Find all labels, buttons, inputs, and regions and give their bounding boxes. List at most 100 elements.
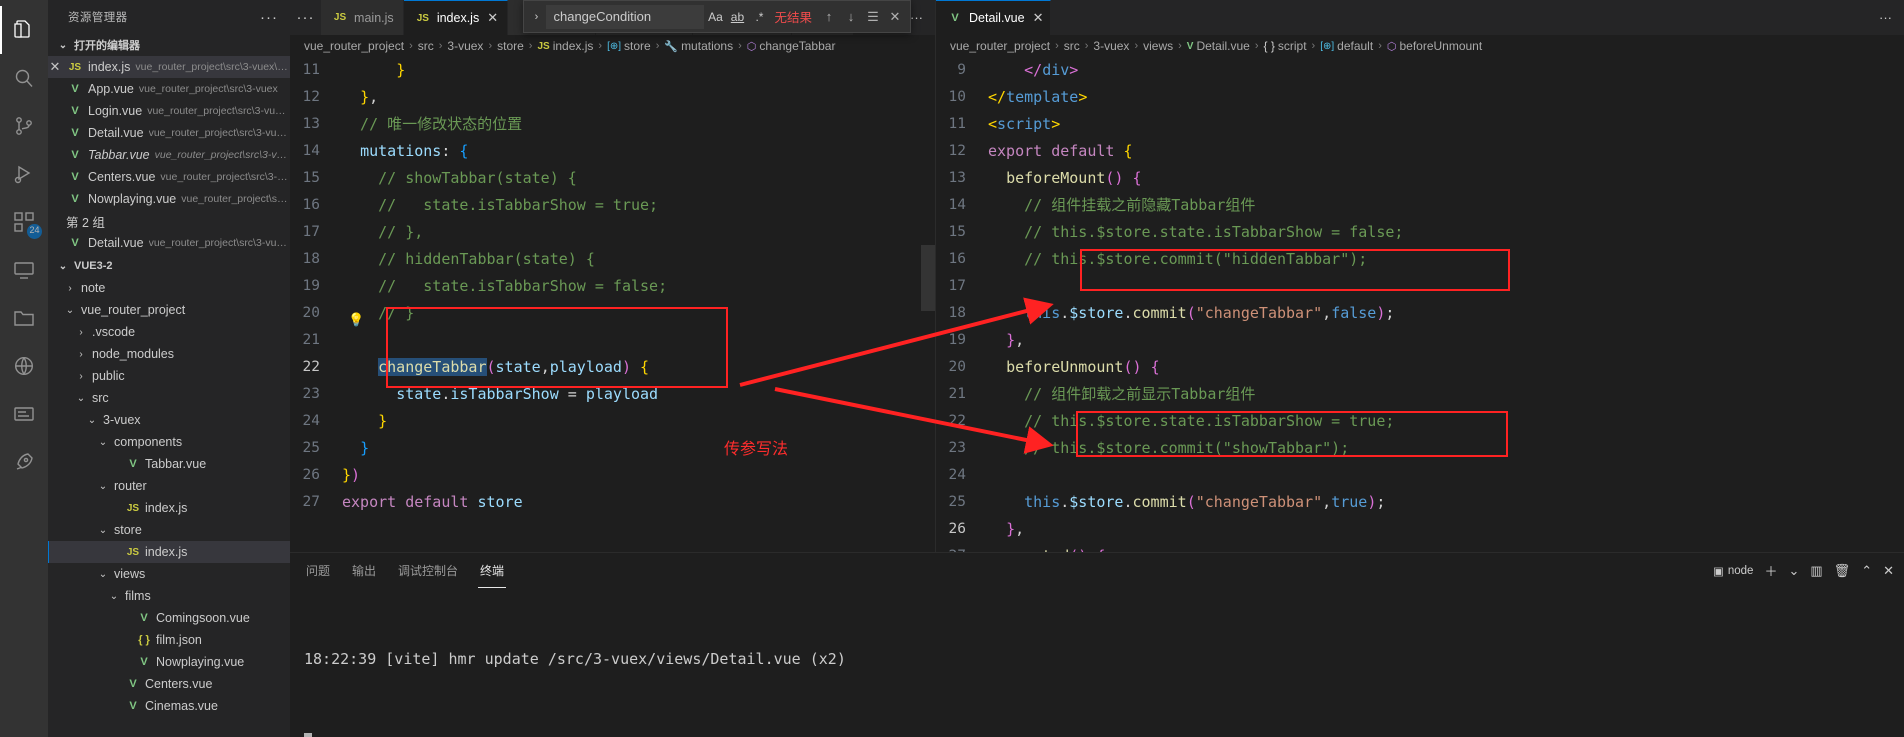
panel-tab-terminal[interactable]: 终端 [478, 553, 506, 588]
breadcrumb-item[interactable]: store [497, 39, 524, 53]
code-line[interactable]: 27 export default store [290, 489, 935, 516]
activity-remote-explorer-icon[interactable] [0, 246, 48, 294]
code-line[interactable]: 23 // this.$store.commit("showTabbar"); [936, 435, 1904, 462]
tree-item-films[interactable]: ⌄ films [48, 585, 290, 607]
code-line[interactable]: 9 </div> [936, 57, 1904, 84]
open-editor-row[interactable]: V Tabbar.vue vue_router_project\src\3-vu… [48, 144, 290, 166]
code-line[interactable]: 16 // state.isTabbarShow = true; [290, 192, 935, 219]
tree-item-centers-vue[interactable]: V Centers.vue [48, 673, 290, 695]
open-editor-row[interactable]: V Detail.vue vue_router_project\src\3-vu… [48, 232, 290, 254]
tree-item--vscode[interactable]: › .vscode [48, 321, 290, 343]
breadcrumb-item[interactable]: vue_router_project [950, 39, 1050, 53]
tab-main-js[interactable]: JS main.js [321, 0, 404, 35]
code-line[interactable]: 17 [936, 273, 1904, 300]
breadcrumb-item[interactable]: vue_router_project [304, 39, 404, 53]
tree-item-router[interactable]: ⌄ router [48, 475, 290, 497]
sidebar-more-icon[interactable]: ··· [260, 9, 282, 26]
breadcrumb-item[interactable]: mutations [681, 39, 733, 53]
close-icon[interactable]: ✕ [487, 10, 498, 26]
tree-item-public[interactable]: › public [48, 365, 290, 387]
next-match-icon[interactable]: ↓ [840, 9, 862, 24]
close-icon[interactable]: ✕ [48, 59, 62, 75]
tree-item-index-js[interactable]: JS index.js [48, 497, 290, 519]
tree-item-src[interactable]: ⌄ src [48, 387, 290, 409]
code-line[interactable]: 15 // this.$store.state.isTabbarShow = f… [936, 219, 1904, 246]
code-line[interactable]: 26 }, [936, 516, 1904, 543]
find-input[interactable]: changeCondition [546, 4, 705, 29]
code-line[interactable]: 27 mounted() { [936, 543, 1904, 552]
previous-match-icon[interactable]: ↑ [818, 9, 840, 24]
tree-item-index-js[interactable]: JS index.js [48, 541, 290, 563]
code-line[interactable]: 11 <script> [936, 111, 1904, 138]
tree-item-components[interactable]: ⌄ components [48, 431, 290, 453]
tree-item-film-json[interactable]: { } film.json [48, 629, 290, 651]
tree-item-tabbar-vue[interactable]: V Tabbar.vue [48, 453, 290, 475]
open-editors-section[interactable]: ⌄ 打开的编辑器 [48, 34, 290, 56]
open-editor-row[interactable]: V Login.vue vue_router_project\src\3-vue… [48, 100, 290, 122]
tree-item-store[interactable]: ⌄ store [48, 519, 290, 541]
code-line[interactable]: 20 // } [290, 300, 935, 327]
editor-group-2-label[interactable]: 第 2 组 [48, 210, 290, 232]
panel-tab-output[interactable]: 输出 [350, 553, 378, 588]
tree-item-comingsoon-vue[interactable]: V Comingsoon.vue [48, 607, 290, 629]
code-line[interactable]: 18 // hiddenTabbar(state) { [290, 246, 935, 273]
code-line[interactable]: 14 // 组件挂载之前隐藏Tabbar组件 [936, 192, 1904, 219]
breadcrumb-item[interactable]: changeTabbar [759, 39, 835, 53]
tree-item-cinemas-vue[interactable]: V Cinemas.vue [48, 695, 290, 717]
tab-index-js[interactable]: JS index.js ✕ [403, 0, 508, 35]
panel-tab-debug-console[interactable]: 调试控制台 [396, 553, 460, 588]
tree-item-nowplaying-vue[interactable]: V Nowplaying.vue [48, 651, 290, 673]
breadcrumb-item[interactable]: default [1337, 39, 1373, 53]
code-line[interactable]: 16 // this.$store.commit("hiddenTabbar")… [936, 246, 1904, 273]
minimap-left[interactable] [921, 57, 935, 552]
code-line[interactable]: 26}) [290, 462, 935, 489]
activity-search-icon[interactable] [0, 54, 48, 102]
code-line[interactable]: 12 export default { [936, 138, 1904, 165]
code-line[interactable]: 13 // 唯一修改状态的位置 [290, 111, 935, 138]
code-line[interactable]: 13 beforeMount() { [936, 165, 1904, 192]
tree-item-3-vuex[interactable]: ⌄ 3-vuex [48, 409, 290, 431]
breadcrumb-item[interactable]: beforeUnmount [1399, 39, 1482, 53]
open-editor-row[interactable]: ✕ JS index.js vue_router_project\src\3-v… [48, 56, 290, 78]
panel-tab-problems[interactable]: 问题 [304, 553, 332, 588]
code-line[interactable]: 17 // }, [290, 219, 935, 246]
activity-explorer-icon[interactable] [0, 6, 48, 54]
workspace-section[interactable]: ⌄ VUE3-2 [48, 255, 290, 277]
open-editor-row[interactable]: V Centers.vue vue_router_project\src\3-v… [48, 166, 290, 188]
close-panel-icon[interactable]: ✕ [1883, 563, 1894, 579]
code-line[interactable]: 24 [936, 462, 1904, 489]
tab-detail-vue-right[interactable]: V Detail.vue ✕ [936, 0, 1051, 35]
code-line[interactable]: 19 // state.isTabbarShow = false; [290, 273, 935, 300]
chevron-down-icon[interactable]: ⌄ [1788, 563, 1799, 579]
toggle-replace-icon[interactable]: › [526, 11, 546, 23]
code-editor-right[interactable]: 9 </div> 10 </template> 11 <script> 12 export … [936, 57, 1904, 552]
code-line[interactable]: 12 }, [290, 84, 935, 111]
kill-terminal-icon[interactable]: 🗑 [1834, 563, 1851, 579]
breadcrumb-item[interactable]: Detail.vue [1196, 39, 1249, 53]
lightbulb-icon[interactable]: 💡 [348, 307, 364, 334]
breadcrumb-item[interactable]: script [1278, 39, 1307, 53]
use-regex-icon[interactable]: .* [748, 10, 770, 24]
tree-item-note[interactable]: › note [48, 277, 290, 299]
maximize-panel-icon[interactable]: ⌃ [1861, 563, 1872, 579]
more-actions-icon[interactable]: ··· [1879, 10, 1892, 25]
close-find-icon[interactable]: ✕ [884, 9, 906, 25]
minimap-slider[interactable] [921, 245, 935, 311]
activity-book-icon[interactable] [0, 390, 48, 438]
activity-run-debug-icon[interactable] [0, 150, 48, 198]
breadcrumb-item[interactable]: store [624, 39, 651, 53]
code-line[interactable]: 25 this.$store.commit("changeTabbar",tru… [936, 489, 1904, 516]
code-line[interactable]: 15 // showTabbar(state) { [290, 165, 935, 192]
tree-item-vue-router-project[interactable]: ⌄ vue_router_project [48, 299, 290, 321]
breadcrumb-item[interactable]: src [1064, 39, 1080, 53]
activity-folder-icon[interactable] [0, 294, 48, 342]
code-line[interactable]: 21 [290, 327, 935, 354]
match-case-icon[interactable]: Aa [704, 10, 726, 24]
breadcrumb-item[interactable]: index.js [553, 39, 594, 53]
code-line[interactable]: 19 }, [936, 327, 1904, 354]
breadcrumb-item[interactable]: src [418, 39, 434, 53]
code-line[interactable]: 21 // 组件卸载之前显示Tabbar组件 [936, 381, 1904, 408]
split-terminal-icon[interactable]: ▥ [1810, 563, 1822, 579]
code-line[interactable]: 10 </template> [936, 84, 1904, 111]
code-editor-left[interactable]: 11 } 12 }, 13 // 唯一修改状态的位置 14 mutations: {1… [290, 57, 935, 552]
